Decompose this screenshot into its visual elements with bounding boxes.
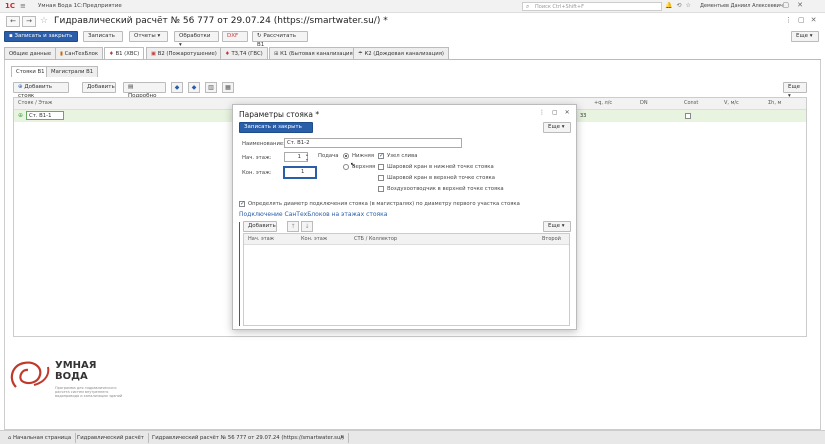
toolbar-icons[interactable]: 🔔⟲☆ [665, 2, 695, 9]
taskbar-home[interactable]: ⌂ Начальная страница [4, 433, 77, 443]
supply-label: Подача [318, 153, 339, 159]
dialog-save-close-button[interactable]: Записать и закрыть [239, 122, 313, 133]
riser-icon: ⊕ [18, 112, 24, 119]
drain-unit-label: Узел слива [387, 153, 418, 159]
stb-grid-header: Нач. этаж Кон. этаж СТБ / Коллектор Втор… [244, 234, 569, 245]
building-icon: ▮ [60, 51, 63, 57]
details-icon: ▤ [128, 84, 134, 90]
more-button[interactable]: Еще ▾ [791, 31, 819, 42]
add-riser-button[interactable]: ⊕ Добавить стояк [13, 82, 69, 99]
water-drop-logo-icon [10, 361, 50, 388]
name-field[interactable]: Ст. В1-2 [284, 138, 462, 148]
dialog-more-button[interactable]: Еще ▾ [543, 122, 571, 133]
search-icon: ⌕ [526, 3, 530, 10]
save-button[interactable]: Записать [83, 31, 123, 42]
move-up-icon[interactable]: ◆ [171, 82, 183, 93]
ball-valve-top-label: Шаровой кран в верхней точке стояка [387, 175, 495, 181]
1c-logo: 1С [5, 2, 16, 10]
end-floor-field[interactable]: 1 [284, 167, 316, 178]
diameter-checkbox[interactable]: ✓ [239, 201, 245, 207]
ball-valve-bottom-checkbox[interactable] [378, 164, 384, 170]
col-q: +q, л/с [594, 100, 613, 106]
start-floor-label: Нач. этаж: [242, 155, 272, 161]
col-second: Второй [542, 236, 561, 242]
move-up-arrow-icon[interactable]: ↑ [287, 221, 299, 232]
rain-icon: ☂ [358, 51, 363, 57]
col-velocity: V, м/с [724, 100, 739, 106]
copy-icon[interactable]: ▥ [205, 82, 217, 93]
drop-icon: ♦ [109, 51, 114, 57]
q-cell: 33 [580, 113, 587, 119]
back-button[interactable]: ← [6, 16, 20, 27]
app-title: Умная Вода 1С:Предприятие [38, 3, 122, 9]
riser-params-dialog: Параметры стояка * ⋮▢✕ Записать и закрыт… [232, 104, 577, 330]
doc-window-controls[interactable]: ⋮▢✕ [785, 16, 822, 24]
move-down-icon[interactable]: ◆ [188, 82, 200, 93]
favorite-star-icon[interactable]: ☆ [40, 16, 48, 26]
section-accent-line [239, 222, 240, 326]
taskbar-close-icon[interactable]: ✕ [336, 433, 348, 443]
hot-water-icon: ♦ [225, 51, 230, 57]
riser-name-cell[interactable]: Ст. В1-1 [26, 111, 64, 120]
title-bar: 1С ≡ Умная Вода 1С:Предприятие ⌕ Поиск Ct… [0, 0, 825, 13]
fire-icon: ▣ [151, 51, 157, 57]
table-icon[interactable]: ▦ [222, 82, 234, 93]
drain-unit-checkbox[interactable]: ✓ [378, 153, 384, 159]
grid-more-button[interactable]: Еще ▾ [783, 82, 807, 99]
air-vent-checkbox[interactable] [378, 186, 384, 192]
col-start-floor: Нач. этаж [248, 236, 275, 242]
stb-section-title: Подключение СанТехБлоков на этажах стояк… [239, 211, 388, 218]
ball-valve-bottom-label: Шаровой кран в нижней точке стояка [387, 164, 494, 170]
const-checkbox[interactable] [685, 113, 691, 119]
taskbar-hydro-calc[interactable]: Гидравлический расчёт [73, 433, 149, 443]
diameter-label: Определять диаметр подключения стояка (в… [248, 201, 520, 207]
sewer-icon: ⊞ [274, 51, 279, 57]
col-end-floor: Кон. этаж [301, 236, 328, 242]
processing-button[interactable]: Обработки ▾ [174, 31, 219, 48]
air-vent-label: Воздухоотводчик в верхней точке стояка [387, 186, 504, 192]
details-button[interactable]: ▤ Подробно [123, 82, 166, 99]
dialog-window-controls[interactable]: ⋮▢✕ [539, 109, 577, 116]
save-close-button[interactable]: ▪ Записать и закрыть [4, 31, 78, 42]
calculate-button[interactable]: ↻ Рассчитать В1 [252, 31, 308, 48]
start-floor-stepper[interactable]: ▴ ▾ [306, 152, 308, 162]
stb-grid[interactable]: Нач. этаж Кон. этаж СТБ / Коллектор Втор… [243, 233, 570, 326]
col-const: Const [684, 100, 699, 106]
window-controls[interactable]: –▢✕ [771, 1, 811, 9]
start-floor-field[interactable]: 1 [284, 152, 308, 162]
add-button[interactable]: Добавить [82, 82, 116, 93]
subtab-risers[interactable]: Стояки В1 [11, 66, 50, 77]
move-down-arrow-icon[interactable]: ↓ [301, 221, 313, 232]
col-riser-floor: Стояк / Этаж [18, 100, 53, 106]
dxf-button[interactable]: DXF [222, 31, 248, 42]
subtab-mains[interactable]: Магистрали В1 [46, 66, 99, 77]
document-title: Гидравлический расчёт № 56 777 от 29.07.… [54, 16, 388, 26]
reports-button[interactable]: Отчеты ▾ [129, 31, 168, 42]
ball-valve-top-checkbox[interactable] [378, 175, 384, 181]
search-input[interactable]: ⌕ Поиск Ctrl+Shift+F [522, 2, 662, 11]
brand-name: УМНАЯ ВОДА [55, 360, 97, 382]
end-floor-label: Кон. этаж: [242, 170, 272, 176]
supply-top-radio[interactable] [343, 164, 349, 170]
dialog-add-button[interactable]: Добавить [243, 221, 277, 232]
dialog-more2-button[interactable]: Еще ▾ [543, 221, 571, 232]
mouse-cursor-icon: ↖ [350, 161, 356, 169]
col-dn: DN [640, 100, 648, 106]
taskbar-hydro-doc[interactable]: Гидравлический расчёт № 56 777 от 29.07.… [148, 433, 350, 443]
supply-bottom-radio[interactable] [343, 153, 349, 159]
taskbar: ⌂ Начальная страница Гидравлический расч… [0, 430, 825, 444]
name-label: Наименование: [242, 141, 285, 147]
col-head-loss: Σh, м [768, 100, 782, 106]
dialog-title: Параметры стояка * [239, 110, 320, 119]
brand-description: Программа для гидравлического расчета си… [55, 386, 123, 399]
menu-icon[interactable]: ≡ [20, 2, 26, 10]
supply-bottom-label: Нижняя [352, 153, 375, 159]
col-stb-collector: СТБ / Коллектор [354, 236, 398, 242]
forward-button[interactable]: → [22, 16, 36, 27]
